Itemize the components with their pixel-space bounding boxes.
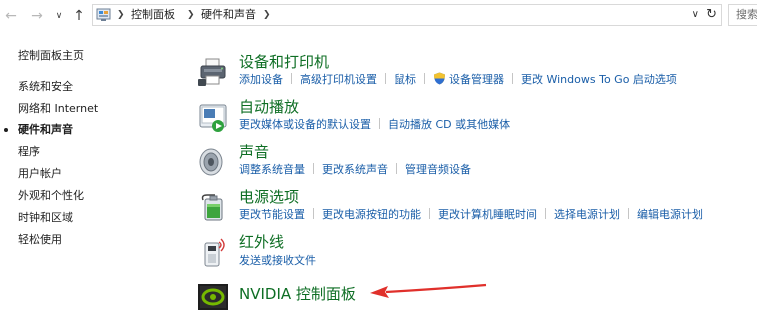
annotation-arrow-icon bbox=[370, 283, 487, 298]
link-divider bbox=[313, 208, 314, 219]
link-adjust-volume[interactable]: 调整系统音量 bbox=[239, 163, 305, 176]
category-devices-printers-links: 添加设备 高级打印机设置 鼠标 设备管理器 更改 Windows To Go 启动选项 bbox=[239, 72, 677, 88]
link-divider bbox=[291, 73, 292, 84]
link-edit-power-plan[interactable]: 编辑电源计划 bbox=[637, 208, 703, 221]
category-sound-links: 调整系统音量 更改系统声音 管理音频设备 bbox=[239, 162, 471, 178]
link-change-system-sounds[interactable]: 更改系统声音 bbox=[322, 163, 388, 176]
link-send-receive-files[interactable]: 发送或接收文件 bbox=[239, 254, 316, 267]
breadcrumb-separator-icon: ❯ bbox=[263, 10, 271, 20]
link-choose-power-plan[interactable]: 选择电源计划 bbox=[554, 208, 620, 221]
arrow-up-icon[interactable]: ↑ bbox=[70, 6, 88, 26]
link-divider bbox=[512, 73, 513, 84]
uac-shield-icon bbox=[434, 72, 445, 85]
category-power-title[interactable]: 电源选项 bbox=[239, 187, 299, 207]
sidebar-item-user-accounts[interactable]: 用户帐户 bbox=[18, 166, 62, 182]
link-change-default-media-settings[interactable]: 更改媒体或设备的默认设置 bbox=[239, 118, 371, 131]
sidebar-item-system-security[interactable]: 系统和安全 bbox=[18, 79, 73, 95]
link-divider bbox=[385, 73, 386, 84]
refresh-icon[interactable]: ↻ bbox=[706, 5, 717, 25]
arrow-left-icon[interactable]: ← bbox=[2, 6, 20, 26]
link-change-sleep-time[interactable]: 更改计算机睡眠时间 bbox=[438, 208, 537, 221]
link-mouse[interactable]: 鼠标 bbox=[394, 73, 416, 86]
link-divider bbox=[424, 73, 425, 84]
link-manage-audio-devices[interactable]: 管理音频设备 bbox=[405, 163, 471, 176]
sidebar-item-clock-region[interactable]: 时钟和区域 bbox=[18, 210, 73, 226]
address-bar[interactable]: ❯ 控制面板 ❯ 硬件和声音 ❯ ∨ ↻ bbox=[92, 4, 722, 26]
category-power-links: 更改节能设置 更改电源按钮的功能 更改计算机睡眠时间 选择电源计划 编辑电源计划 bbox=[239, 207, 703, 223]
category-nvidia-title[interactable]: NVIDIA 控制面板 bbox=[239, 284, 356, 304]
control-panel-icon bbox=[96, 8, 111, 21]
link-add-device[interactable]: 添加设备 bbox=[239, 73, 283, 86]
breadcrumb-separator-icon: ❯ bbox=[187, 10, 195, 20]
link-power-button-function[interactable]: 更改电源按钮的功能 bbox=[322, 208, 421, 221]
speaker-icon[interactable] bbox=[197, 146, 229, 178]
category-autoplay-title[interactable]: 自动播放 bbox=[239, 97, 299, 117]
link-divider bbox=[429, 208, 430, 219]
address-dropdown-icon[interactable]: ∨ bbox=[692, 5, 699, 25]
address-toolbar: ← → ∨ ↑ ❯ 控制面板 ❯ 硬件和声音 ❯ ∨ ↻ 搜索控制面板 bbox=[0, 0, 757, 32]
sidebar-item-programs[interactable]: 程序 bbox=[18, 144, 40, 160]
category-infrared-links: 发送或接收文件 bbox=[239, 253, 316, 269]
link-divider bbox=[379, 118, 380, 129]
link-divider bbox=[313, 163, 314, 174]
sidebar-item-home[interactable]: 控制面板主页 bbox=[18, 48, 84, 64]
link-divider bbox=[628, 208, 629, 219]
link-device-manager[interactable]: 设备管理器 bbox=[449, 73, 504, 86]
search-input[interactable]: 搜索控制面板 bbox=[728, 4, 757, 26]
link-divider bbox=[396, 163, 397, 174]
category-sound-title[interactable]: 声音 bbox=[239, 142, 269, 162]
sidebar-item-ease-of-access[interactable]: 轻松使用 bbox=[18, 232, 62, 248]
battery-icon[interactable] bbox=[197, 191, 229, 223]
sidebar-item-appearance[interactable]: 外观和个性化 bbox=[18, 188, 84, 204]
chevron-down-icon[interactable]: ∨ bbox=[50, 6, 68, 26]
printer-icon[interactable] bbox=[197, 56, 229, 88]
arrow-right-icon[interactable]: → bbox=[28, 6, 46, 26]
active-item-bullet bbox=[4, 128, 8, 132]
breadcrumb-hardware-sound[interactable]: 硬件和声音 bbox=[201, 5, 256, 25]
nvidia-icon[interactable] bbox=[197, 281, 229, 313]
category-infrared-title[interactable]: 红外线 bbox=[239, 232, 284, 252]
link-change-power-saving[interactable]: 更改节能设置 bbox=[239, 208, 305, 221]
sidebar-item-network[interactable]: 网络和 Internet bbox=[18, 101, 98, 117]
sidebar-item-hardware-sound[interactable]: 硬件和声音 bbox=[18, 122, 73, 138]
category-autoplay-links: 更改媒体或设备的默认设置 自动播放 CD 或其他媒体 bbox=[239, 117, 510, 133]
breadcrumb-separator-icon: ❯ bbox=[117, 10, 125, 20]
autoplay-icon[interactable] bbox=[197, 101, 229, 133]
link-autoplay-cd[interactable]: 自动播放 CD 或其他媒体 bbox=[388, 118, 510, 131]
link-advanced-printer-setup[interactable]: 高级打印机设置 bbox=[300, 73, 377, 86]
link-divider bbox=[545, 208, 546, 219]
breadcrumb-control-panel[interactable]: 控制面板 bbox=[131, 5, 175, 25]
category-devices-printers-title[interactable]: 设备和打印机 bbox=[239, 52, 329, 72]
link-windows-to-go[interactable]: 更改 Windows To Go 启动选项 bbox=[521, 73, 677, 86]
infrared-icon[interactable] bbox=[197, 236, 229, 268]
